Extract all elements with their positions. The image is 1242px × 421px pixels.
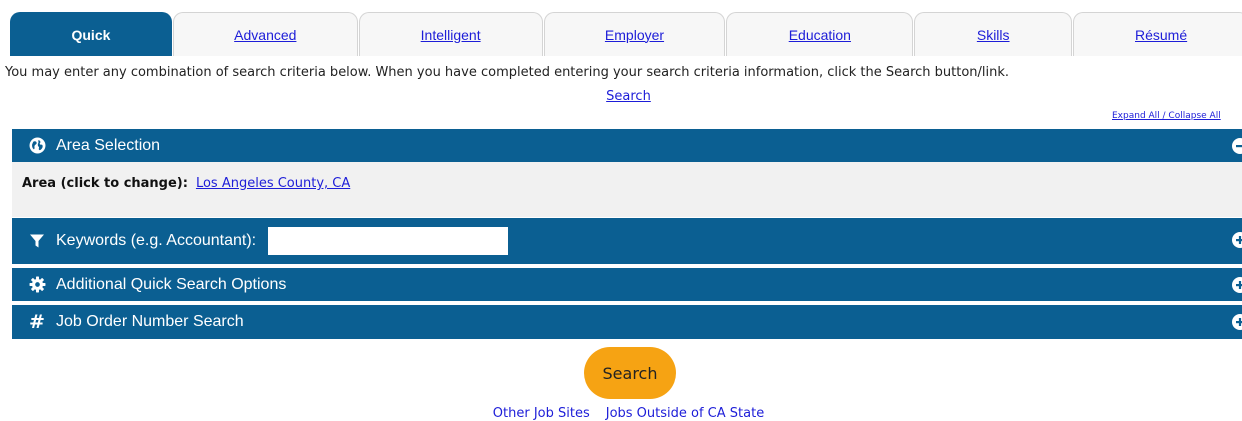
search-type-tabs: Quick Advanced Intelligent Employer Educ… (10, 12, 1242, 57)
expand-collapse-all-link[interactable]: Expand All / Collapse All (1112, 111, 1242, 121)
expand-icon[interactable] (1232, 314, 1242, 330)
hash-icon: # (29, 311, 45, 333)
filter-icon (28, 232, 46, 250)
keywords-header: Keywords (e.g. Accountant): (12, 218, 1242, 264)
tab-employer[interactable]: Employer (543, 12, 726, 56)
area-change-link[interactable]: Los Angeles County, CA (196, 176, 350, 191)
tab-resume[interactable]: Résumé (1073, 12, 1242, 56)
area-selection-title: Area Selection (56, 136, 161, 154)
collapse-icon[interactable] (1232, 137, 1242, 154)
tab-education[interactable]: Education (726, 12, 914, 56)
area-label: Area (click to change): (22, 176, 188, 191)
additional-options-title: Additional Quick Search Options (56, 275, 287, 293)
tab-quick[interactable]: Quick (10, 12, 172, 56)
tab-advanced[interactable]: Advanced (172, 12, 358, 56)
jobs-outside-state-link[interactable]: Jobs Outside of CA State (606, 406, 764, 421)
area-selection-header[interactable]: Area Selection (12, 129, 1242, 162)
job-order-search-header[interactable]: # Job Order Number Search (12, 305, 1242, 339)
job-order-title: Job Order Number Search (56, 313, 244, 330)
expand-icon[interactable] (1232, 232, 1242, 248)
keywords-label: Keywords (e.g. Accountant): (56, 232, 257, 249)
expand-icon[interactable] (1232, 276, 1242, 293)
tab-skills[interactable]: Skills (914, 12, 1073, 56)
tab-intelligent[interactable]: Intelligent (358, 12, 543, 56)
instructions-text: You may enter any combination of search … (5, 65, 1010, 80)
additional-options-header[interactable]: Additional Quick Search Options (12, 268, 1242, 301)
gear-icon (28, 276, 46, 294)
search-button[interactable]: Search (584, 347, 676, 399)
other-job-sites-link[interactable]: Other Job Sites (493, 406, 590, 421)
globe-icon (28, 137, 46, 155)
area-selection-panel: Area (click to change): Los Angeles Count… (12, 162, 1242, 217)
footer-links: Other Job Sites Jobs Outside of CA State (0, 406, 1242, 421)
top-search-link[interactable]: Search (0, 89, 1242, 104)
keywords-input[interactable] (268, 227, 509, 255)
